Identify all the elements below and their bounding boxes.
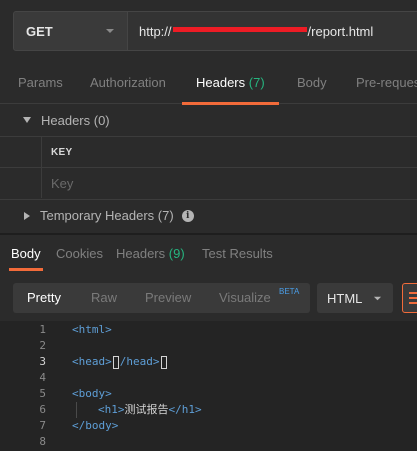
line-number: 2 xyxy=(39,339,46,352)
tab-test-results[interactable]: Test Results xyxy=(202,237,273,271)
wrap-lines-button[interactable] xyxy=(402,283,417,313)
code-line: 5 <body> xyxy=(0,386,417,402)
tab-label: Pre-reques xyxy=(356,75,417,90)
chevron-down-icon xyxy=(373,296,382,301)
method-select[interactable]: GET xyxy=(13,11,128,51)
beta-badge: BETA xyxy=(279,287,300,296)
postman-window: GET http:// /report.html Params Authoriz… xyxy=(0,0,417,451)
bracket-match-cursor xyxy=(160,355,167,369)
head-open-tag: <head> xyxy=(72,355,112,368)
tab-count: (7) xyxy=(248,75,265,90)
info-icon[interactable]: i xyxy=(181,209,194,222)
line-number: 1 xyxy=(39,323,46,336)
view-mode-group: Pretty Raw Preview Visualize BETA xyxy=(13,283,310,313)
preview-button[interactable]: Preview xyxy=(145,283,191,313)
triangle-right-icon xyxy=(24,211,30,220)
url-input[interactable]: http:// /report.html xyxy=(128,11,417,51)
code-text: <h1>测试报告</h1> xyxy=(98,402,202,418)
code-line: 2 xyxy=(0,338,417,354)
format-label: HTML xyxy=(327,290,363,306)
method-label: GET xyxy=(26,23,53,39)
tab-headers[interactable]: Headers (7) xyxy=(182,62,279,105)
line-number: 6 xyxy=(39,403,46,416)
pretty-button[interactable]: Pretty xyxy=(27,283,61,313)
tab-cookies[interactable]: Cookies xyxy=(56,237,103,271)
h1-open-tag: <h1> xyxy=(98,403,125,416)
key-placeholder: Key xyxy=(51,175,74,191)
tab-label: Test Results xyxy=(202,246,273,261)
line-number: 7 xyxy=(39,419,46,432)
wrap-lines-icon-bar xyxy=(409,302,417,304)
redaction-mark xyxy=(172,26,307,32)
tab-label: Params xyxy=(18,75,63,90)
h1-close-tag: </h1> xyxy=(168,403,202,416)
temporary-headers-title: Temporary Headers (7) xyxy=(40,208,174,223)
request-bar: GET http:// /report.html xyxy=(0,0,417,62)
triangle-down-icon xyxy=(23,117,31,123)
temporary-headers-toggle[interactable]: Temporary Headers (7) i xyxy=(0,199,417,231)
raw-button[interactable]: Raw xyxy=(91,283,117,313)
code-line: 8 xyxy=(0,434,417,450)
tab-params[interactable]: Params xyxy=(18,62,63,104)
headers-table-header: KEY xyxy=(0,136,417,167)
key-input[interactable]: Key xyxy=(41,168,417,198)
code-text: </body> xyxy=(72,419,119,432)
response-toolbar: Pretty Raw Preview Visualize BETA HTML xyxy=(0,278,417,318)
h1-text: 测试报告 xyxy=(124,403,169,416)
key-column-header: KEY xyxy=(41,137,417,167)
indent-guide xyxy=(76,402,77,418)
code-line: 7 </body> xyxy=(0,418,417,434)
line-number: 3 xyxy=(39,355,46,368)
wrap-lines-icon xyxy=(409,292,417,294)
code-line: 6 <h1>测试报告</h1> xyxy=(0,402,417,418)
tab-count: (9) xyxy=(168,246,185,261)
visualize-label: Visualize xyxy=(219,290,271,305)
visualize-button[interactable]: Visualize BETA xyxy=(219,283,299,313)
code-text: <body> xyxy=(72,387,112,400)
code-text: <head> /head> xyxy=(72,354,168,370)
code-text: <html> xyxy=(72,323,112,336)
request-tabs: Params Authorization Headers (7) Body Pr… xyxy=(0,62,417,105)
headers-section-toggle[interactable]: Headers (0) xyxy=(0,104,417,136)
chevron-down-icon xyxy=(106,29,114,33)
tab-body[interactable]: Body xyxy=(297,62,327,104)
url-prefix: http:// xyxy=(139,23,172,39)
code-line: 4 xyxy=(0,370,417,386)
line-number: 4 xyxy=(39,371,46,384)
tab-response-headers[interactable]: Headers (9) xyxy=(116,237,185,271)
url-suffix: /report.html xyxy=(307,23,374,39)
tab-label: Headers xyxy=(196,75,246,90)
response-tabs: Body Cookies Headers (9) Test Results xyxy=(0,237,417,271)
wrap-lines-icon-bar xyxy=(409,297,417,299)
headers-section-title: Headers (0) xyxy=(41,112,110,128)
headers-table-row: Key xyxy=(0,167,417,198)
tab-label: Cookies xyxy=(56,246,103,261)
pane-divider[interactable] xyxy=(0,233,417,235)
bracket-match-cursor xyxy=(112,355,119,369)
format-select[interactable]: HTML xyxy=(317,283,393,313)
line-number: 5 xyxy=(39,387,46,400)
key-column-label: KEY xyxy=(51,146,73,158)
headers-table: KEY Key xyxy=(0,136,417,198)
tab-label: Body xyxy=(297,75,327,90)
head-close-tag: /head> xyxy=(119,355,160,368)
tab-label: Body xyxy=(11,246,41,261)
tab-pre-request[interactable]: Pre-reques xyxy=(356,62,417,104)
tab-label: Authorization xyxy=(90,75,166,90)
code-line: 1 <html> xyxy=(0,322,417,338)
code-line: 3 <head> /head> xyxy=(0,354,417,370)
tab-response-body[interactable]: Body xyxy=(9,237,43,271)
tab-authorization[interactable]: Authorization xyxy=(90,62,166,104)
tab-label: Headers xyxy=(116,246,166,261)
line-number: 8 xyxy=(39,435,46,448)
